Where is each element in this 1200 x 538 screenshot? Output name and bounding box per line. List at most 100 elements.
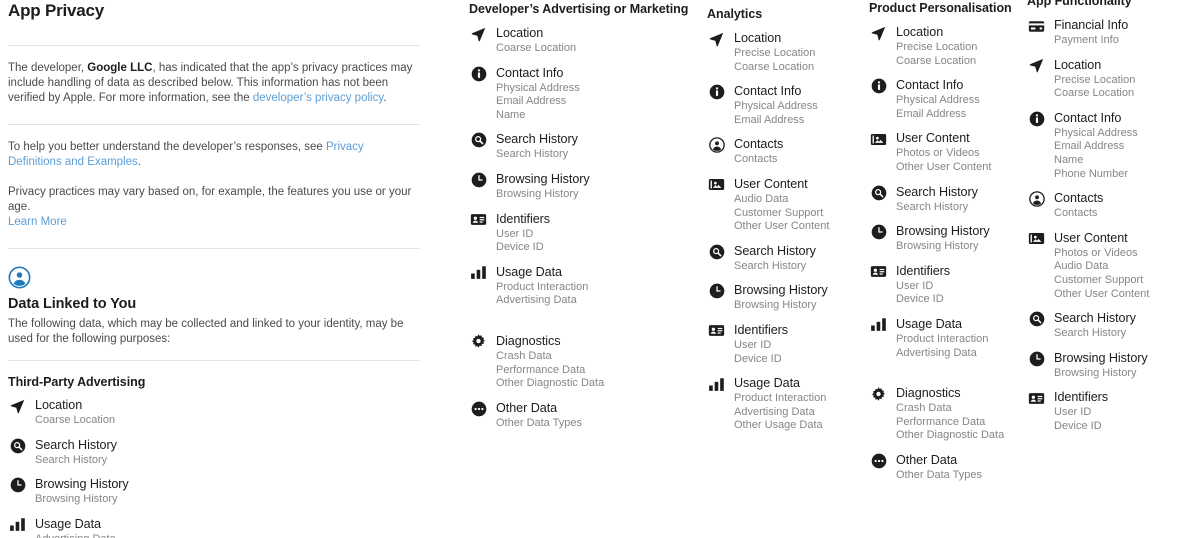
data-type-item: Physical Address xyxy=(896,94,980,107)
other-data-icon xyxy=(869,452,888,470)
data-type-item: Coarse Location xyxy=(734,60,815,73)
data-type-item: Other Data Types xyxy=(496,416,583,429)
data-category-name: Identifiers xyxy=(496,211,551,226)
data-type-item: Name xyxy=(496,108,526,121)
usage-data-icon xyxy=(869,316,888,334)
data-category: Search History Search History xyxy=(1027,310,1197,341)
data-type-item: Photos or Videos xyxy=(896,147,980,160)
column-header-developers-advertising-or-marketing: Developer’s Advertising or Marketing xyxy=(469,2,689,16)
identifiers-icon xyxy=(869,263,888,281)
data-type-item: Advertising Data xyxy=(35,533,420,538)
data-type-item: Browsing History xyxy=(734,299,817,312)
contacts-icon xyxy=(1027,190,1046,208)
data-category-name: Browsing History xyxy=(896,224,990,239)
data-category: Identifiers User ID Device ID xyxy=(1027,389,1197,433)
data-category: Identifiers User ID Device ID xyxy=(469,211,699,255)
usage-data-icon xyxy=(469,264,488,282)
search-history-icon xyxy=(469,131,488,149)
data-type-item: Email Address xyxy=(734,113,805,126)
data-type-item: Crash Data xyxy=(496,349,552,362)
data-type-item: Other User Content xyxy=(1054,287,1150,300)
data-type-item: Product Interaction xyxy=(496,280,589,293)
data-type-item: Search History xyxy=(896,200,969,213)
data-type-item: User ID xyxy=(1054,406,1092,419)
data-category: Browsing History Browsing History xyxy=(8,476,420,507)
data-category: Contact Info Physical Address Email Addres… xyxy=(469,65,699,123)
column-header-analytics: Analytics xyxy=(707,7,763,21)
diagnostics-icon xyxy=(469,333,488,351)
category-list-app-functionality: Financial Info Payment Info Location Precis… xyxy=(1027,17,1197,434)
data-category-name: Identifiers xyxy=(896,263,951,278)
data-category: Identifiers User ID Device ID xyxy=(869,263,1021,307)
data-category-name: Search History xyxy=(35,437,117,452)
data-type-item: Phone Number xyxy=(1054,167,1128,180)
location-arrow-icon xyxy=(869,24,888,42)
usage-data-icon xyxy=(8,516,27,534)
data-linked-description: The following data, which may be collect… xyxy=(8,317,404,345)
data-category: Contact Info Physical Address Email Addres… xyxy=(707,83,867,127)
column-app-functionality: App Functionality Financial Info Payment … xyxy=(1027,0,1197,443)
data-category: Contacts Contacts xyxy=(1027,190,1197,221)
browsing-history-icon xyxy=(469,171,488,189)
data-type-item: Crash Data xyxy=(896,402,952,415)
data-category: Diagnostics Crash Data Performance Data Oth… xyxy=(469,333,699,391)
data-type-item: Precise Location xyxy=(896,41,978,53)
data-type-item: Coarse Location xyxy=(1054,87,1135,100)
privacy-vary-statement: Privacy practices may vary based on, for… xyxy=(8,185,420,231)
data-category-name: Location xyxy=(896,25,944,39)
data-type-item: Precise Location xyxy=(1054,73,1136,86)
data-type-item: Coarse Location xyxy=(496,42,577,54)
data-category: Search History Search History xyxy=(869,184,1021,215)
data-type-item: Precise Location xyxy=(734,47,816,59)
learn-more-link[interactable]: Learn More xyxy=(8,216,67,228)
category-list-analytics: Location Precise Location Coarse Location C… xyxy=(707,30,867,433)
data-type-item: Search History xyxy=(1054,327,1127,340)
data-category-name: Contact Info xyxy=(1054,110,1122,125)
data-category: Contact Info Physical Address Email Addres… xyxy=(869,77,1021,121)
data-category: Location Coarse Location xyxy=(469,25,699,56)
search-history-icon xyxy=(869,184,888,202)
column-developers-advertising-or-marketing: Developer’s Advertising or Marketing Loc… xyxy=(469,1,699,439)
data-category-name: Location xyxy=(1054,57,1102,72)
developer-statement-end: . xyxy=(383,92,387,105)
data-type-item: Other Usage Data xyxy=(734,419,823,432)
data-category-name: Search History xyxy=(496,132,578,147)
data-category: Search History Search History xyxy=(469,131,699,162)
data-type-item: Audio Data xyxy=(734,192,789,205)
user-content-icon xyxy=(1027,230,1046,248)
data-category: User Content Photos or Videos Audio Data Cu… xyxy=(1027,230,1197,301)
data-type-item: Customer Support xyxy=(734,206,824,219)
data-category-name: Diagnostics xyxy=(496,333,561,348)
developer-name: Google LLC xyxy=(87,62,153,74)
definitions-end: . xyxy=(137,155,141,168)
data-category: Location Precise Location Coarse Location xyxy=(1027,57,1197,101)
data-type-item: Product Interaction xyxy=(734,392,827,405)
contacts-icon xyxy=(707,136,726,154)
data-category: User Content Audio Data Customer Support Ot… xyxy=(707,176,867,234)
data-category-name: Usage Data xyxy=(896,316,963,331)
location-arrow-icon xyxy=(8,397,27,415)
data-category: Usage Data Product Interaction Advertising… xyxy=(469,264,699,308)
user-content-icon xyxy=(707,176,726,194)
data-category: Usage Data Product Interaction Advertising… xyxy=(869,316,1021,360)
data-type-item: Physical Address xyxy=(496,81,580,94)
search-history-icon xyxy=(8,437,27,455)
contact-info-icon xyxy=(707,83,726,101)
developer-statement: The developer, Google LLC, has indicated… xyxy=(8,61,420,107)
data-type-item: Contacts xyxy=(734,153,778,166)
data-type-item: Search History xyxy=(496,148,569,161)
data-type-item: Search History xyxy=(35,453,108,466)
developer-privacy-policy-link[interactable]: developer’s privacy policy xyxy=(253,92,383,104)
data-category-name: Identifiers xyxy=(1054,390,1109,405)
data-category: Search History Search History xyxy=(707,243,867,274)
data-type-item: Coarse Location xyxy=(896,54,977,67)
location-arrow-icon xyxy=(469,25,488,43)
column-header-product-personalisation: Product Personalisation xyxy=(869,1,1012,15)
browsing-history-icon xyxy=(1027,350,1046,368)
data-type-item: Email Address xyxy=(896,107,967,120)
data-category-name: Browsing History xyxy=(734,283,828,298)
data-type-item: Audio Data xyxy=(1054,260,1109,273)
data-category: Browsing History Browsing History xyxy=(707,282,867,313)
data-category-name: User Content xyxy=(1054,230,1128,245)
data-category-name: Location xyxy=(496,26,544,40)
